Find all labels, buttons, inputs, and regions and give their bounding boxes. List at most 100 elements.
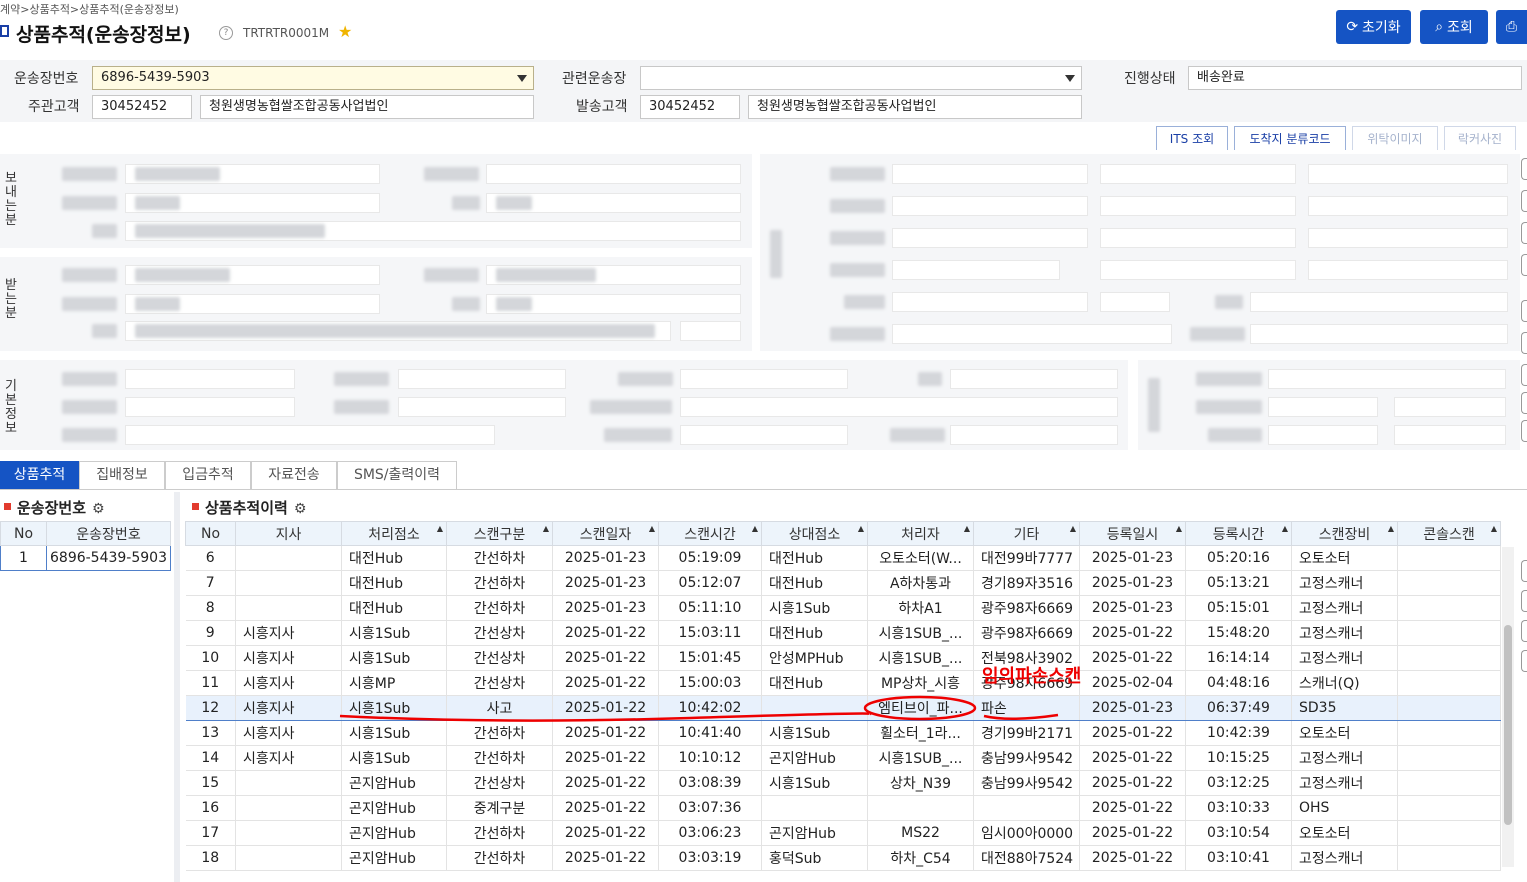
tab-data-transfer[interactable]: 자료전송 bbox=[251, 461, 337, 490]
table-cell bbox=[867, 795, 974, 821]
column-header[interactable]: 스캔시간 ▲ bbox=[658, 521, 762, 546]
table-row[interactable]: 16 곤지암Hub 중계구분 2025-01-22 03:07:36 2025-01-22… bbox=[185, 795, 1501, 821]
table-cell: 8 bbox=[185, 595, 236, 621]
column-header[interactable]: No bbox=[0, 521, 47, 546]
table-row[interactable]: 9 시흥지사 시흥1Sub 간선상차 2025-01-22 15:03:11 대전Hub 시흥… bbox=[185, 620, 1501, 646]
print-button[interactable]: ⎙ bbox=[1496, 10, 1527, 44]
table-cell: 간선상차 bbox=[446, 670, 553, 696]
table-row[interactable]: 14 시흥지사 시흥1Sub 간선하차 2025-01-22 10:10:12 곤지암Hub… bbox=[185, 745, 1501, 771]
drop-photo-button[interactable]: 락커사진 bbox=[1444, 126, 1516, 150]
table-cell: 06:37:49 bbox=[1185, 695, 1292, 721]
table-cell: 시흥지사 bbox=[235, 745, 342, 771]
table-row[interactable]: 18 곤지암Hub 간선하차 2025-01-22 03:03:19 홍덕Sub 하차_C5… bbox=[185, 845, 1501, 871]
gear-icon[interactable]: ⚙ bbox=[92, 501, 105, 517]
sort-icon[interactable]: ▲ bbox=[1491, 524, 1497, 533]
panel-splitter[interactable] bbox=[174, 492, 180, 882]
history-scrollbar[interactable] bbox=[1502, 547, 1514, 867]
table-cell bbox=[235, 595, 342, 621]
table-cell bbox=[235, 845, 342, 871]
table-cell bbox=[235, 795, 342, 821]
waybill-select[interactable]: 6896-5439-5903 bbox=[92, 66, 534, 90]
sort-icon[interactable]: ▲ bbox=[437, 524, 443, 533]
table-cell: 05:15:01 bbox=[1185, 595, 1292, 621]
column-header[interactable]: 스캔구분 ▲ bbox=[446, 521, 553, 546]
column-header[interactable]: 처리점소 ▲ bbox=[341, 521, 447, 546]
table-cell: 시흥1Sub bbox=[761, 595, 868, 621]
column-header[interactable]: No bbox=[185, 521, 236, 546]
related-waybill-select[interactable] bbox=[640, 66, 1082, 90]
table-cell: 곤지암Hub bbox=[761, 820, 868, 846]
table-row[interactable]: 12 시흥지사 시흥1Sub 사고 2025-01-22 10:42:02 엠티브이_파..… bbox=[185, 695, 1501, 721]
gear-icon[interactable]: ⚙ bbox=[294, 501, 307, 517]
sort-icon[interactable]: ▲ bbox=[964, 524, 970, 533]
sort-icon[interactable]: ▲ bbox=[858, 524, 864, 533]
column-header[interactable]: 스캔장비 ▲ bbox=[1291, 521, 1398, 546]
help-icon[interactable]: ? bbox=[219, 26, 233, 40]
scrollbar-thumb[interactable] bbox=[1504, 625, 1512, 825]
table-cell: 2025-01-22 bbox=[552, 795, 659, 821]
table-cell: 05:13:21 bbox=[1185, 570, 1292, 596]
table-cell: 15:48:20 bbox=[1185, 620, 1292, 646]
reset-button[interactable]: ⟳ 초기화 bbox=[1336, 10, 1411, 44]
table-cell: 03:07:36 bbox=[658, 795, 762, 821]
table-cell: MP상차_시흥 bbox=[867, 670, 974, 696]
table-cell: 10:42:02 bbox=[658, 695, 762, 721]
sort-icon[interactable]: ▲ bbox=[1388, 524, 1394, 533]
table-cell: 2025-01-22 bbox=[1079, 820, 1186, 846]
column-header[interactable]: 콘솔스캔 ▲ bbox=[1397, 521, 1501, 546]
column-header[interactable]: 지사 bbox=[235, 521, 342, 546]
basic-section-label: 기본정보 bbox=[5, 379, 17, 436]
table-cell: 15 bbox=[185, 770, 236, 796]
detail-panel bbox=[760, 154, 1520, 351]
column-header[interactable]: 스캔일자 ▲ bbox=[552, 521, 659, 546]
sort-icon[interactable]: ▲ bbox=[649, 524, 655, 533]
table-row[interactable]: 11 시흥지사 시흥MP 간선상차 2025-01-22 15:00:03 대전Hub MP상… bbox=[185, 670, 1501, 696]
table-cell: 오토소터 bbox=[1291, 545, 1398, 571]
table-cell bbox=[1397, 595, 1501, 621]
related-label: 관련운송장 bbox=[562, 71, 627, 87]
column-header[interactable]: 상대점소 ▲ bbox=[761, 521, 868, 546]
its-button[interactable]: ITS 조회 bbox=[1156, 126, 1228, 150]
table-row[interactable]: 8 대전Hub 간선하차 2025-01-23 05:11:10 시흥1Sub 하차A1 광주… bbox=[185, 595, 1501, 621]
sort-icon[interactable]: ▲ bbox=[1176, 524, 1182, 533]
dest-code-button[interactable]: 도착지 분류코드 bbox=[1234, 126, 1346, 150]
status-label: 진행상태 bbox=[1124, 71, 1176, 87]
column-header[interactable]: 운송장번호 bbox=[46, 521, 171, 546]
column-header[interactable]: 기타 ▲ bbox=[973, 521, 1080, 546]
sort-icon[interactable]: ▲ bbox=[1070, 524, 1076, 533]
table-cell: 충남99사9542 bbox=[973, 770, 1080, 796]
table-cell: 05:19:09 bbox=[658, 545, 762, 571]
customer-name-field: 청원생명농협쌀조합공동사업법인 bbox=[200, 95, 534, 119]
table-cell: 시흥지사 bbox=[235, 645, 342, 671]
star-icon[interactable]: ★ bbox=[338, 22, 352, 41]
table-cell: A하차통과 bbox=[867, 570, 974, 596]
tab-tracking[interactable]: 상품추적 bbox=[0, 461, 79, 490]
table-row[interactable]: 15 곤지암Hub 간선상차 2025-01-22 03:08:39 시흥1Sub 상차_N… bbox=[185, 770, 1501, 796]
table-row[interactable]: 1 6896-5439-5903 bbox=[0, 545, 171, 571]
table-cell: 03:03:19 bbox=[658, 845, 762, 871]
column-header[interactable]: 처리자 ▲ bbox=[867, 521, 974, 546]
table-row[interactable]: 10 시흥지사 시흥1Sub 간선상차 2025-01-22 15:01:45 안성MPHu… bbox=[185, 645, 1501, 671]
sort-icon[interactable]: ▲ bbox=[752, 524, 758, 533]
table-cell: 시흥MP bbox=[341, 670, 447, 696]
table-cell: 18 bbox=[185, 845, 236, 871]
table-row[interactable]: 6 대전Hub 간선하차 2025-01-23 05:19:09 대전Hub 오토소터(W.… bbox=[185, 545, 1501, 571]
tab-pickup[interactable]: 집배정보 bbox=[79, 461, 165, 490]
table-cell: 1 bbox=[0, 545, 47, 571]
table-cell: SD35 bbox=[1291, 695, 1398, 721]
column-header[interactable]: 등록시간 ▲ bbox=[1185, 521, 1292, 546]
table-cell bbox=[1397, 770, 1501, 796]
table-row[interactable]: 13 시흥지사 시흥1Sub 간선하차 2025-01-22 10:41:40 시흥1Sub… bbox=[185, 720, 1501, 746]
tab-sms-print[interactable]: SMS/출력이력 bbox=[337, 461, 457, 490]
consign-image-button[interactable]: 위탁이미지 bbox=[1352, 126, 1438, 150]
sort-icon[interactable]: ▲ bbox=[1282, 524, 1288, 533]
search-icon: ⌕ bbox=[1435, 19, 1444, 35]
table-cell: 사고 bbox=[446, 695, 553, 721]
table-row[interactable]: 7 대전Hub 간선하차 2025-01-23 05:12:07 대전Hub A하차통과 경기… bbox=[185, 570, 1501, 596]
column-header[interactable]: 등록일시 ▲ bbox=[1079, 521, 1186, 546]
table-row[interactable]: 17 곤지암Hub 간선하차 2025-01-22 03:06:23 곤지암Hub MS22… bbox=[185, 820, 1501, 846]
search-button[interactable]: ⌕ 조회 bbox=[1420, 10, 1488, 44]
tab-payment[interactable]: 입금추적 bbox=[165, 461, 251, 490]
table-cell: 곤지암Hub bbox=[761, 745, 868, 771]
sort-icon[interactable]: ▲ bbox=[543, 524, 549, 533]
